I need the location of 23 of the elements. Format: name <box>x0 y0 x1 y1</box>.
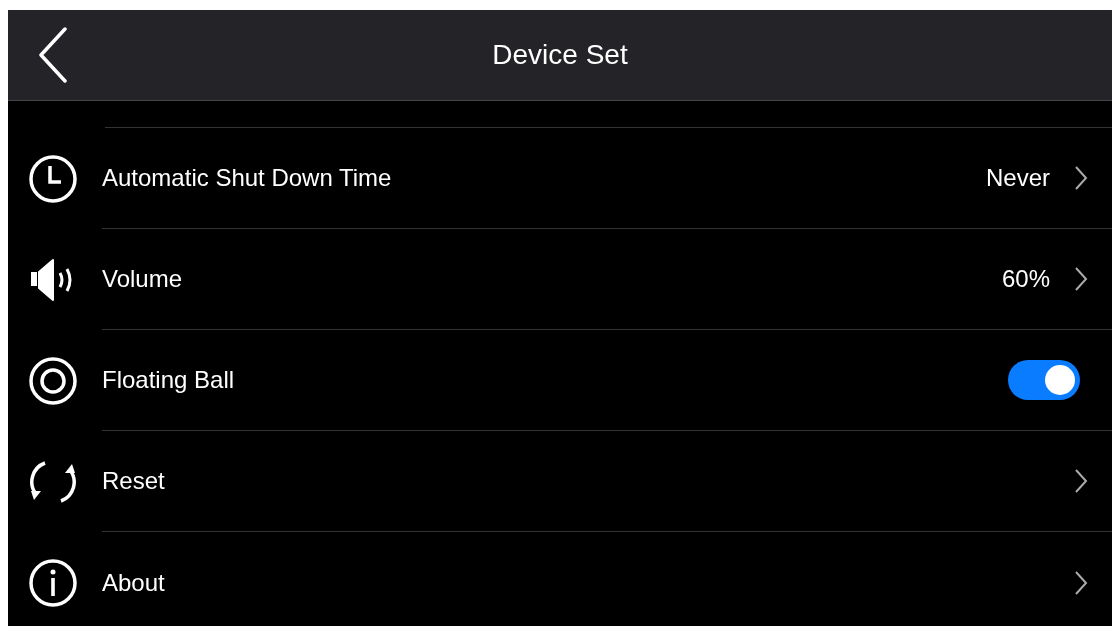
settings-row[interactable]: Floating Ball <box>8 330 1112 431</box>
chevron-right-icon <box>1074 266 1088 292</box>
back-icon <box>38 27 68 83</box>
settings-row[interactable]: Reset <box>8 431 1112 532</box>
row-label: Volume <box>102 265 184 293</box>
chevron-right-icon <box>1074 165 1088 191</box>
chevron-right-icon <box>1074 468 1088 494</box>
row-value: 60% <box>1001 265 1050 293</box>
row-label: Automatic Shut Down Time <box>102 164 393 192</box>
row-label: Floating Ball <box>102 366 236 394</box>
ring-icon <box>29 356 77 405</box>
row-label: About <box>102 568 166 597</box>
chevron-right-icon <box>1074 569 1088 596</box>
settings-row[interactable]: About <box>8 532 1112 626</box>
info-icon <box>29 558 77 607</box>
row-label: Reset <box>102 467 166 495</box>
row-value: Never <box>985 164 1050 192</box>
back-button[interactable] <box>38 27 68 83</box>
toggle-switch[interactable] <box>1008 360 1080 400</box>
page-title: Device Set <box>492 39 628 71</box>
settings-row[interactable]: Volume 60% <box>8 229 1112 330</box>
clock-icon <box>29 154 77 203</box>
settings-row[interactable]: Automatic Shut Down Time Never <box>8 128 1112 229</box>
